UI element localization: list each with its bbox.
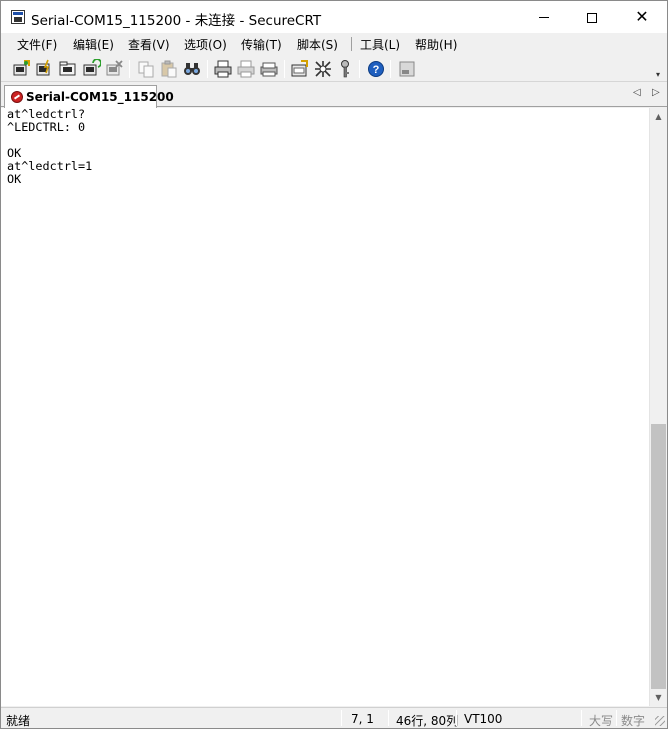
- scroll-up-icon[interactable]: ▲: [650, 108, 667, 125]
- disconnect-icon[interactable]: [104, 59, 124, 79]
- global-options-icon[interactable]: [313, 59, 333, 79]
- disconnected-status-icon: [11, 91, 23, 103]
- connect-in-tab-icon[interactable]: [58, 59, 78, 79]
- status-divider: [341, 710, 342, 726]
- vertical-scrollbar[interactable]: ▲ ▼: [649, 108, 667, 706]
- keymap-icon[interactable]: [335, 59, 355, 79]
- terminal-output[interactable]: at^ledctrl? ^LEDCTRL: 0 OK at^ledctrl=1 …: [1, 108, 649, 706]
- copy-icon[interactable]: [136, 59, 156, 79]
- paste-icon[interactable]: [159, 59, 179, 79]
- maximize-icon: [587, 12, 597, 23]
- scroll-track[interactable]: [650, 125, 667, 689]
- securecrt-window: Serial-COM15_115200 - 未连接 - SecureCRT ✕ …: [0, 0, 668, 729]
- help-icon[interactable]: ?: [366, 59, 386, 79]
- status-divider: [616, 710, 617, 726]
- terminal-line: ^LEDCTRL: 0: [7, 120, 86, 134]
- menu-file[interactable]: 文件(F): [17, 36, 57, 53]
- toolbar-separator: [129, 60, 130, 78]
- close-button[interactable]: ✕: [619, 1, 665, 33]
- menu-view[interactable]: 查看(V): [128, 36, 170, 53]
- menu-tools[interactable]: 工具(L): [360, 36, 400, 53]
- tab-session-label: Serial-COM15_115200: [26, 90, 174, 104]
- status-divider: [581, 710, 582, 726]
- session-options-icon[interactable]: [290, 59, 310, 79]
- terminal-dimensions: 46行, 80列: [396, 714, 459, 728]
- toolbar-separator: [390, 60, 391, 78]
- menu-transfer[interactable]: 传输(T): [241, 36, 282, 53]
- print-icon[interactable]: [213, 59, 233, 79]
- reconnect-icon[interactable]: [81, 58, 102, 79]
- tab-session[interactable]: Serial-COM15_115200: [4, 85, 174, 108]
- menu-script[interactable]: 脚本(S): [297, 36, 338, 53]
- maximize-button[interactable]: [569, 1, 615, 33]
- caps-lock-indicator: 大写: [589, 714, 614, 728]
- window-title: Serial-COM15_115200 - 未连接 - SecureCRT: [31, 13, 322, 29]
- status-text: 就绪: [6, 714, 31, 728]
- print-setup-icon[interactable]: [259, 59, 279, 79]
- title-bar[interactable]: Serial-COM15_115200 - 未连接 - SecureCRT ✕: [1, 1, 667, 33]
- cursor-position: 7, 1: [351, 712, 374, 726]
- toolbar: ? ▾: [1, 56, 667, 82]
- toolbar-separator: [359, 60, 360, 78]
- minimize-toolbar-icon[interactable]: [397, 59, 417, 79]
- status-bar: 就绪 7, 1 46行, 80列 VT100 大写 数字: [1, 707, 667, 728]
- svg-text:?: ?: [373, 64, 380, 76]
- scroll-down-icon[interactable]: ▼: [650, 689, 667, 706]
- resize-grip-icon[interactable]: [655, 716, 665, 726]
- menu-separator: [351, 37, 352, 51]
- menu-bar: 文件(F) 编辑(E) 查看(V) 选项(O) 传输(T) 脚本(S) 工具(L…: [1, 33, 667, 55]
- app-icon[interactable]: [11, 10, 25, 24]
- tab-scroll-right-icon[interactable]: ▷: [652, 87, 660, 98]
- emulation-type: VT100: [464, 712, 503, 726]
- scroll-thumb[interactable]: [651, 424, 666, 689]
- menu-help[interactable]: 帮助(H): [415, 36, 457, 53]
- toolbar-overflow-icon[interactable]: ▾: [656, 70, 664, 80]
- num-lock-indicator: 数字: [621, 714, 646, 728]
- menu-edit[interactable]: 编辑(E): [73, 36, 114, 53]
- status-divider: [456, 710, 457, 726]
- connect-icon[interactable]: [11, 59, 31, 79]
- toolbar-separator: [207, 60, 208, 78]
- status-divider: [388, 710, 389, 726]
- minimize-icon: [539, 17, 549, 18]
- minimize-button[interactable]: [521, 1, 567, 33]
- find-icon[interactable]: [182, 59, 202, 79]
- tab-strip: Serial-COM15_115200 ◁ ▷: [1, 83, 667, 108]
- menu-options[interactable]: 选项(O): [184, 36, 227, 53]
- toolbar-separator: [284, 60, 285, 78]
- quick-connect-icon[interactable]: [34, 59, 54, 79]
- print-selection-icon[interactable]: [236, 59, 256, 79]
- tab-scroll-left-icon[interactable]: ◁: [633, 87, 641, 98]
- terminal-line: OK: [7, 172, 22, 186]
- close-icon: ✕: [635, 7, 649, 26]
